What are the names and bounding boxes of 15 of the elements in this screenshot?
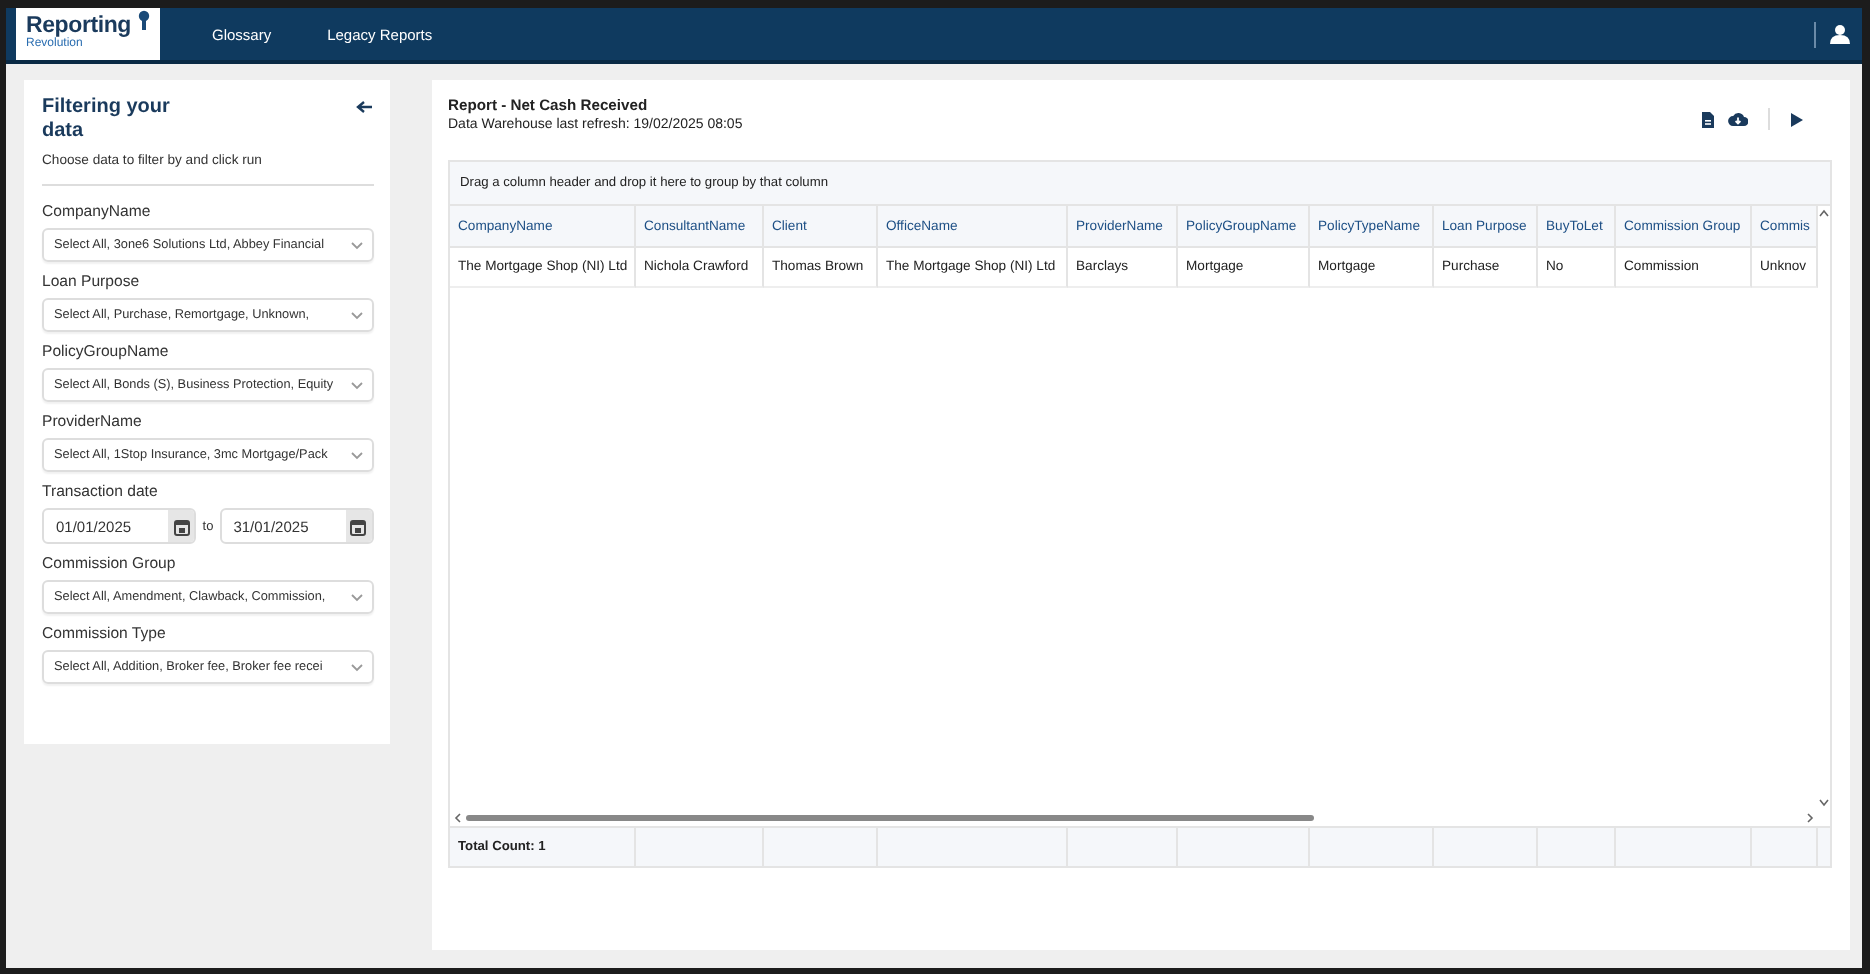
calendar-icon[interactable] xyxy=(350,517,367,535)
pin-icon xyxy=(138,10,150,30)
panel-title: Filtering your data xyxy=(42,96,172,142)
play-icon[interactable] xyxy=(1790,111,1804,127)
chevron-down-icon xyxy=(350,310,364,320)
calendar-icon[interactable] xyxy=(173,517,190,535)
chevron-down-icon xyxy=(350,240,364,250)
cloud-download-icon[interactable] xyxy=(1728,112,1748,126)
chevron-down-icon xyxy=(350,662,364,672)
chevron-down-icon xyxy=(350,592,364,602)
document-icon[interactable] xyxy=(1702,111,1714,127)
chevron-down-icon xyxy=(350,450,364,460)
chevron-down-icon xyxy=(350,380,364,390)
collapse-arrow-icon[interactable] xyxy=(356,100,372,114)
user-icon[interactable] xyxy=(1830,24,1850,44)
